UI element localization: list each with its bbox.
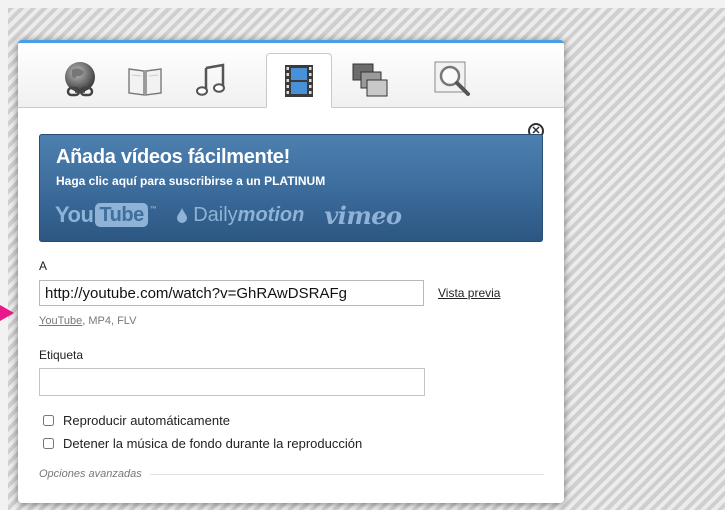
book-icon (128, 68, 162, 96)
tab-link[interactable] (50, 53, 110, 107)
video-service-logos: You Tube ™ Dailymotion vimeo (55, 198, 402, 232)
vimeo-logo: vimeo (324, 200, 402, 230)
search-icon (434, 61, 470, 96)
gallery-icon (352, 63, 388, 97)
dailymotion-logo: Dailymotion (176, 204, 304, 227)
video-url-input[interactable] (39, 280, 424, 306)
preview-link[interactable]: Vista previa (438, 286, 500, 300)
autoplay-option: Reproducir automáticamente (43, 413, 230, 428)
tag-input[interactable] (39, 368, 425, 396)
tab-video[interactable] (266, 53, 332, 108)
music-note-icon (196, 63, 225, 96)
other-formats-text: , MP4, FLV (82, 315, 137, 327)
left-strip (0, 0, 8, 510)
pointer-arrow-icon (0, 305, 14, 321)
dailymotion-logo-daily: Daily (193, 203, 238, 226)
supported-formats: YouTube, MP4, FLV (39, 315, 136, 327)
youtube-logo: You Tube ™ (55, 202, 157, 228)
dailymotion-logo-motion: motion (237, 203, 305, 226)
tab-text[interactable] (115, 53, 175, 107)
stop-music-option: Detener la música de fondo durante la re… (43, 436, 362, 451)
banner-subtitle: Haga clic aquí para suscribirse a un PLA… (56, 174, 326, 188)
tab-gallery[interactable] (340, 53, 400, 107)
autoplay-checkbox[interactable] (43, 415, 54, 426)
film-icon (285, 64, 313, 97)
url-label: A (39, 259, 48, 273)
tab-bar (18, 43, 564, 108)
autoplay-label: Reproducir automáticamente (63, 413, 230, 428)
advanced-options-toggle[interactable]: Opciones avanzadas (39, 468, 142, 480)
youtube-logo-tube: Tube (95, 203, 148, 227)
platinum-banner[interactable]: Añada vídeos fácilmente! Haga clic aquí … (39, 134, 543, 242)
tag-label: Etiqueta (39, 348, 84, 362)
youtube-logo-you: You (55, 202, 94, 227)
divider (149, 473, 544, 475)
add-video-dialog: ✕ Añada vídeos fácilmente! Haga clic aqu… (18, 40, 564, 503)
banner-title: Añada vídeos fácilmente! (56, 146, 290, 168)
tab-search[interactable] (423, 53, 483, 107)
tab-music[interactable] (181, 53, 241, 107)
youtube-format-link[interactable]: YouTube (39, 315, 82, 327)
globe-link-icon (65, 62, 95, 97)
advanced-options-row: Opciones avanzadas (39, 468, 544, 480)
stop-music-label: Detener la música de fondo durante la re… (63, 436, 363, 451)
youtube-logo-tm: ™ (149, 206, 157, 213)
top-strip (0, 0, 725, 8)
stop-music-checkbox[interactable] (43, 438, 54, 449)
dailymotion-drop-icon (177, 208, 188, 223)
